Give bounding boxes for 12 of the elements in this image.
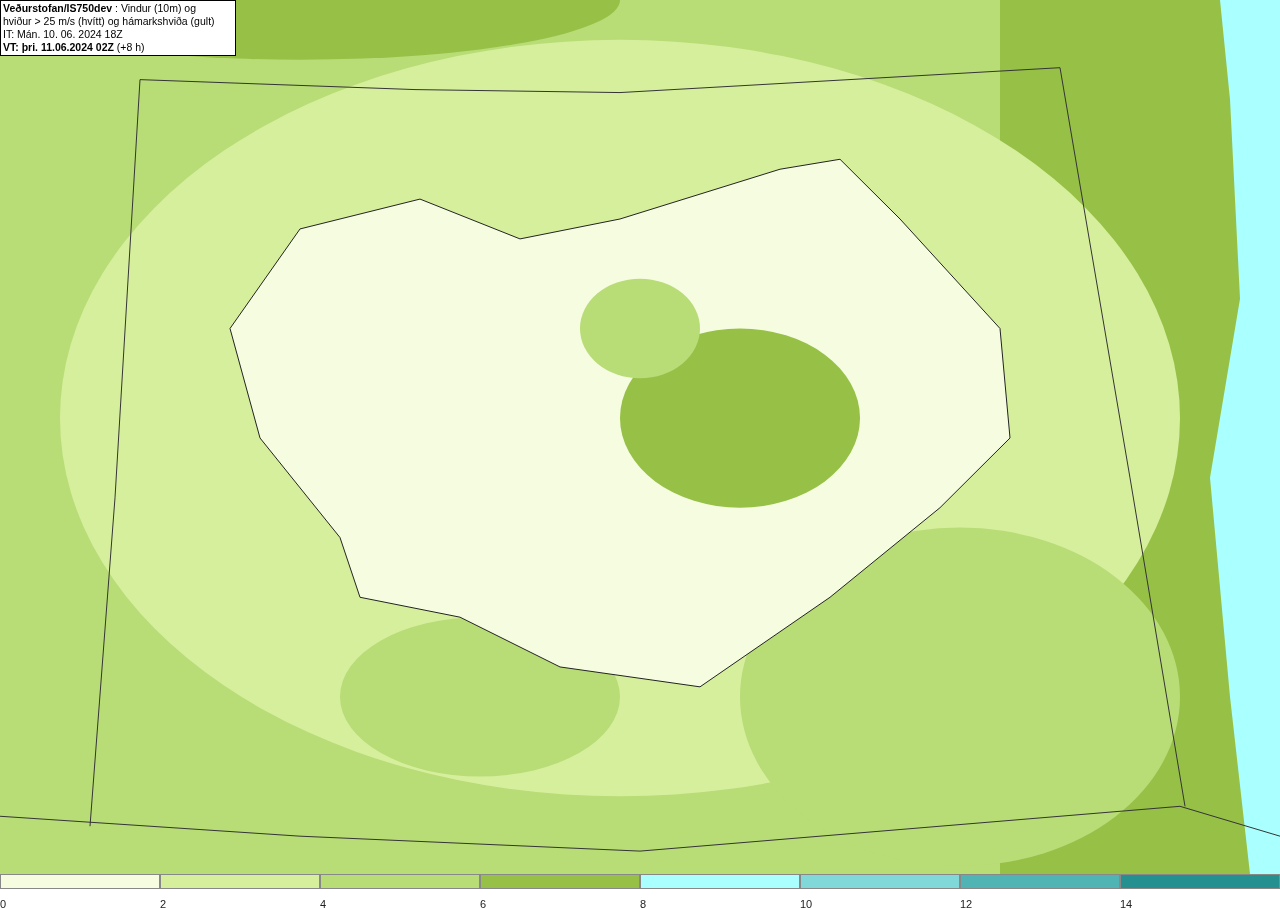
legend-label: 12 — [960, 898, 973, 908]
info-text: hviður > 25 m/s (hvítt) og hámarkshviða (gult) — [3, 15, 216, 28]
legend-label: 2 — [160, 898, 167, 908]
legend-label: 14 — [1120, 898, 1133, 908]
legend-label: 10 — [800, 898, 813, 908]
info-text: Veðurstofan/IS750dev : Vindur (10m) og — [3, 2, 197, 15]
info-text: IT: Mán. 10. 06. 2024 18Z — [3, 28, 124, 41]
legend-label: 0 — [0, 898, 7, 908]
legend-label: 6 — [480, 898, 487, 908]
legend-label: 4 — [320, 898, 327, 908]
info-text: VT: þri. 11.06.2024 02Z (+8 h) — [3, 41, 146, 54]
legend-label: 8 — [640, 898, 647, 908]
